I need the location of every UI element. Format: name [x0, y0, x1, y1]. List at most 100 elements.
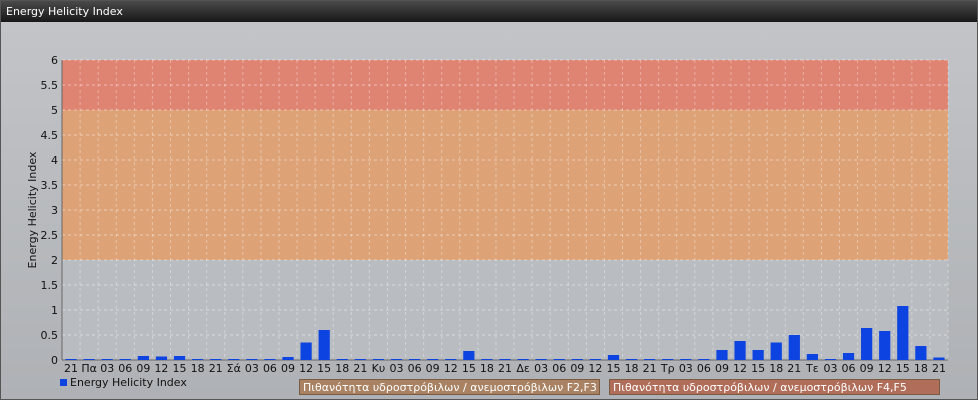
bar	[625, 359, 638, 360]
bar	[752, 350, 764, 360]
x-tick-label: 15	[896, 362, 910, 375]
x-tick-label: 21	[209, 362, 223, 375]
y-tick-label: 2	[51, 254, 58, 267]
bar	[246, 359, 258, 360]
x-tick-label: 18	[480, 362, 494, 375]
bar	[788, 335, 800, 360]
bar	[155, 356, 168, 360]
bar	[806, 354, 818, 360]
y-tick-label: 6	[51, 54, 58, 67]
x-tick-label: 09	[570, 362, 584, 375]
bar	[390, 359, 403, 360]
x-tick-label: 12	[299, 362, 313, 375]
bar	[481, 359, 493, 360]
x-tick-label: 06	[842, 362, 856, 375]
bar	[879, 331, 891, 360]
bar	[607, 355, 620, 360]
bar	[698, 359, 710, 360]
bar	[553, 359, 565, 360]
bar	[463, 351, 475, 360]
bar	[318, 330, 330, 360]
x-tick-label: 15	[317, 362, 331, 375]
y-tick-label: 1.5	[41, 279, 59, 292]
x-tick-label: 21	[498, 362, 512, 375]
x-tick-label: 09	[136, 362, 150, 375]
bar	[734, 341, 746, 360]
bar	[137, 356, 149, 360]
x-tick-label: 06	[118, 362, 132, 375]
bar	[173, 356, 186, 360]
bar	[372, 359, 385, 360]
bar	[354, 359, 366, 360]
bar	[282, 357, 294, 360]
y-tick-label: 0.5	[41, 329, 59, 342]
x-tick-label: 18	[625, 362, 639, 375]
x-tick-label: Κυ	[372, 362, 386, 375]
x-tick-label: 15	[462, 362, 476, 375]
y-tick-label: 5.5	[41, 79, 59, 92]
x-tick-label: 12	[878, 362, 892, 375]
y-axis-label: Energy Helicity Index	[26, 151, 39, 268]
x-tick-label: Δε	[516, 362, 530, 375]
x-tick-label: 09	[426, 362, 440, 375]
x-tick-label: 09	[715, 362, 729, 375]
x-tick-label: 18	[914, 362, 928, 375]
bar	[264, 359, 276, 360]
x-tick-label: 06	[552, 362, 566, 375]
x-tick-label: 03	[679, 362, 693, 375]
x-tick-label: Τρ	[660, 362, 675, 375]
x-tick-label: 06	[697, 362, 711, 375]
y-tick-label: 1	[51, 304, 58, 317]
bar	[589, 359, 602, 360]
x-tick-label: 06	[408, 362, 422, 375]
bar	[517, 359, 529, 360]
x-tick-label: 03	[534, 362, 548, 375]
x-tick-label: 09	[281, 362, 295, 375]
x-tick-label: 12	[588, 362, 602, 375]
x-tick-label: Πα	[81, 362, 97, 375]
y-tick-label: 0	[51, 354, 58, 367]
x-tick-label: 21	[932, 362, 946, 375]
x-tick-label: 15	[173, 362, 187, 375]
chart: 0 0.5 1 1.5 2 2.5 3 3.5 4 4.5 5 5.5 6 Energy Helicity…	[26, 54, 949, 375]
bar	[101, 359, 113, 360]
bar	[897, 306, 909, 360]
bar	[228, 359, 240, 360]
y-tick-label: 4	[51, 154, 58, 167]
y-tick-label: 4.5	[41, 129, 59, 142]
bar	[716, 350, 728, 360]
x-tick-label: 15	[751, 362, 765, 375]
band-legend-f4-f5: Πιθανότητα υδροστρόβιλων / ανεμοστρόβιλω…	[609, 379, 940, 395]
x-tick-label: 21	[643, 362, 657, 375]
x-tick-label: 12	[733, 362, 747, 375]
x-tick-label: 18	[191, 362, 205, 375]
bar	[535, 359, 547, 360]
bar	[210, 359, 222, 360]
y-tick-label: 2.5	[41, 229, 59, 242]
bar	[644, 359, 656, 360]
bar	[933, 357, 945, 360]
y-tick-label: 3.5	[41, 179, 59, 192]
x-tick-label: Τε	[805, 362, 819, 375]
bar	[65, 359, 77, 360]
x-tick-label: 18	[769, 362, 783, 375]
x-tick-label: 21	[787, 362, 801, 375]
x-tick-label: 21	[64, 362, 78, 375]
bar	[336, 359, 348, 360]
x-tick-label: 03	[100, 362, 114, 375]
series-swatch	[60, 379, 67, 386]
series-legend-label: Energy Helicity Index	[70, 376, 187, 389]
bar	[571, 359, 583, 360]
x-tick-label: 12	[444, 362, 458, 375]
x-tick-label: 03	[823, 362, 837, 375]
x-tick-label: 03	[390, 362, 404, 375]
band-legend-f2-f3: Πιθανότητα υδροστρόβιλων / ανεμοστρόβιλω…	[299, 379, 600, 395]
bar	[680, 359, 692, 360]
series-legend: Energy Helicity Index	[60, 376, 187, 389]
bar	[861, 328, 873, 360]
bar	[427, 359, 439, 360]
bar	[192, 359, 204, 360]
bar	[408, 359, 421, 360]
x-tick-label: 06	[263, 362, 277, 375]
x-tick-label: 03	[245, 362, 259, 375]
